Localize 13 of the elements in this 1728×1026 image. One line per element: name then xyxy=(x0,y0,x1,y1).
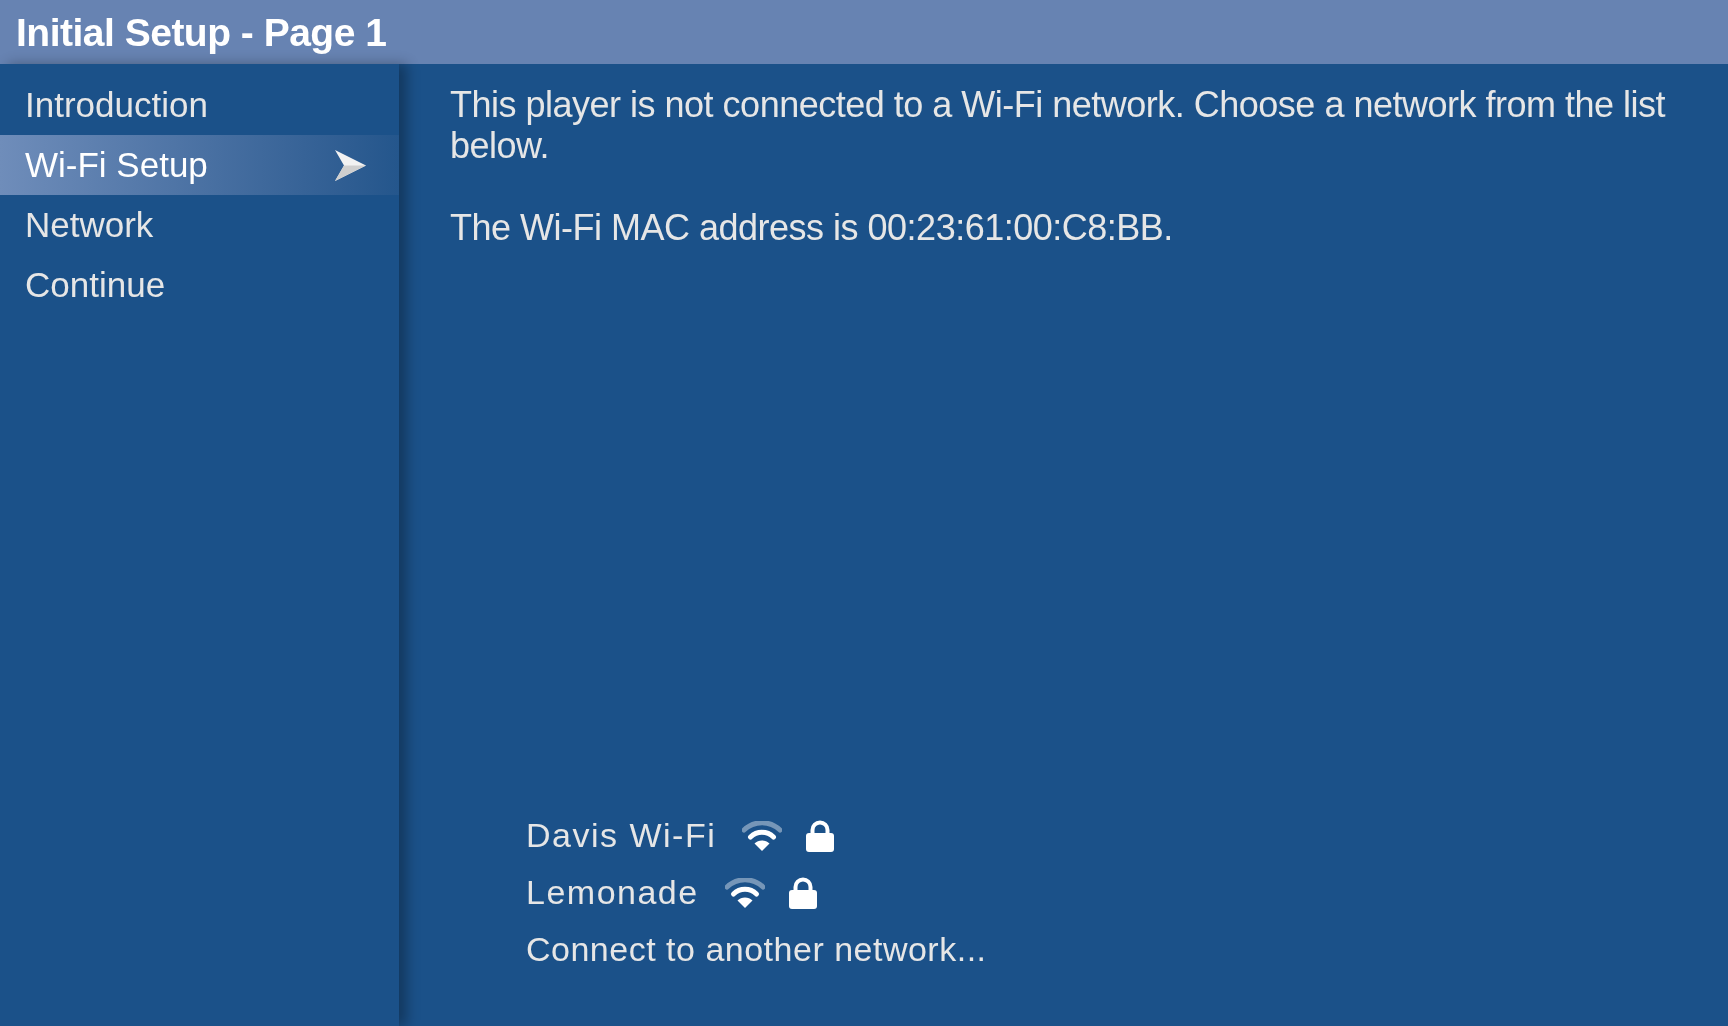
wifi-icon xyxy=(742,820,783,851)
wifi-list-entry[interactable]: Davis Wi-Fi xyxy=(526,807,835,864)
window-title: Initial Setup - Page 1 xyxy=(16,12,387,52)
sidebar-item[interactable]: Introduction xyxy=(0,75,399,135)
wifi-icon xyxy=(724,877,765,908)
sidebar-item[interactable]: Network xyxy=(0,195,399,255)
arrow-pointer-icon xyxy=(335,149,366,181)
sidebar-item[interactable]: Continue xyxy=(0,255,399,315)
wifi-list-entry[interactable]: Lemonade xyxy=(526,864,817,921)
sidebar-item[interactable]: Wi-Fi Setup xyxy=(0,135,399,195)
connect-other-link[interactable]: Connect to another network... xyxy=(526,921,987,978)
info-text: The Wi-Fi MAC address is 00:23:61:00:C8:BB. xyxy=(450,207,1174,248)
info-text: This player is not connected to a Wi-Fi network. Choose a network from the list below. xyxy=(450,84,1667,166)
